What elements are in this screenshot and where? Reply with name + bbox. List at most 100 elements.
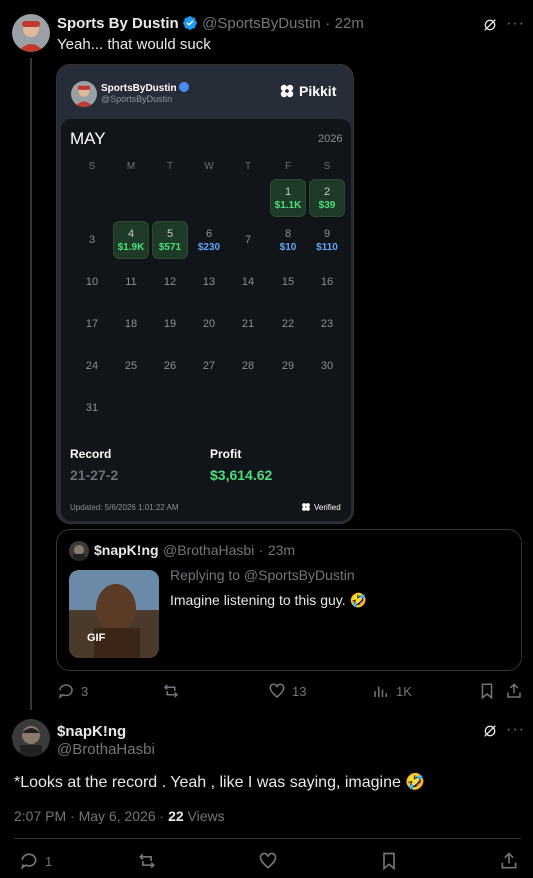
repost-button[interactable]	[137, 851, 157, 871]
share-button[interactable]	[499, 851, 519, 871]
day-number: 5	[166, 227, 174, 240]
quote-header: $napK!ng @BrothaHasbi · 23m	[94, 542, 295, 560]
share-icon	[501, 852, 517, 869]
thread-line	[30, 58, 32, 710]
day-number: 1	[284, 185, 292, 198]
day-amount: $1.9K	[117, 241, 145, 253]
separator: ·	[258, 542, 264, 558]
pikkit-icon	[280, 84, 294, 98]
day-number: 6	[205, 227, 213, 240]
day-number: 15	[281, 276, 295, 288]
share-button[interactable]	[505, 682, 523, 700]
day-number: 9	[323, 227, 331, 240]
calendar-day: 25	[113, 347, 149, 385]
card-display-name: SportsByDustin	[101, 82, 190, 94]
quote-text: Imagine listening to this guy. 🤣	[170, 592, 367, 608]
day-number: 22	[281, 318, 295, 330]
weekday-label: T	[166, 161, 174, 172]
more-icon[interactable]: ···	[506, 15, 525, 33]
day-number: 28	[241, 360, 255, 372]
analytics-icon	[374, 686, 387, 697]
quote-avatar[interactable]	[69, 541, 89, 561]
calendar-day: 1 $1.1K	[270, 179, 306, 217]
weekday-label: F	[284, 161, 292, 172]
pikkit-logo: Pikkit	[279, 83, 336, 99]
grok-icon[interactable]	[482, 723, 498, 744]
calendar-day: 20	[191, 305, 227, 343]
day-number: 23	[320, 318, 334, 330]
more-icon[interactable]: ···	[506, 721, 525, 739]
day-amount: $39	[318, 199, 336, 211]
day-number: 31	[85, 402, 99, 414]
calendar-day: 14	[230, 263, 266, 301]
day-number: 10	[85, 276, 99, 288]
post2-meta: 2:07 PM · May 6, 2026 · 22 Views	[14, 808, 225, 824]
day-number: 24	[85, 360, 99, 372]
day-number: 3	[88, 234, 96, 246]
verified-badge: Verified	[301, 502, 341, 512]
record-label: Record	[70, 447, 112, 461]
quote-time: 23m	[267, 542, 296, 558]
day-amount: $10	[279, 241, 297, 253]
avatar[interactable]	[12, 14, 50, 52]
weekday-label: S	[323, 161, 331, 172]
heart-icon	[259, 852, 277, 869]
day-number: 18	[124, 318, 138, 330]
calendar-day: 17	[74, 305, 110, 343]
calendar-day: 21	[230, 305, 266, 343]
calendar-day: 30	[309, 347, 345, 385]
calendar-day: 29	[270, 347, 306, 385]
pikkit-small-icon	[302, 503, 310, 511]
bookmark-icon	[481, 683, 493, 700]
quoted-post[interactable]: $napK!ng @BrothaHasbi · 23m GIF Replying…	[56, 529, 522, 671]
gif-thumbnail[interactable]: GIF	[69, 570, 159, 658]
bookmark-button[interactable]	[379, 851, 399, 871]
views-button[interactable]: 1K	[372, 682, 412, 700]
record-value: 21-27-2	[70, 467, 119, 483]
calendar-day: 23	[309, 305, 345, 343]
like-button[interactable]	[258, 851, 278, 871]
heart-icon	[269, 683, 285, 698]
verified-icon	[182, 16, 197, 30]
reply-button[interactable]: 3	[57, 682, 88, 700]
pikkit-card[interactable]: SportsByDustin @SportsByDustin Pikkit MA…	[56, 64, 354, 524]
day-number: 26	[163, 360, 177, 372]
reply-icon	[58, 684, 73, 699]
calendar-day: 22	[270, 305, 306, 343]
day-number: 16	[320, 276, 334, 288]
like-button[interactable]: 13	[268, 682, 306, 700]
day-number: 29	[281, 360, 295, 372]
post2-handle[interactable]: @BrothaHasbi	[57, 741, 155, 758]
bookmark-button[interactable]	[478, 682, 496, 700]
day-number: 27	[202, 360, 216, 372]
post2-timestamp[interactable]: 2:07 PM · May 6, 2026 ·	[14, 808, 168, 824]
weekday-label: M	[126, 161, 136, 172]
reply-button[interactable]: 1	[19, 851, 52, 871]
quote-display-name: $napK!ng	[94, 542, 159, 558]
separator: ·	[325, 15, 331, 32]
day-amount: $230	[197, 241, 221, 253]
calendar-day: 31	[74, 389, 110, 427]
share-icon	[507, 683, 521, 698]
day-number: 25	[124, 360, 138, 372]
post1-handle[interactable]: @SportsByDustin	[202, 15, 321, 32]
day-number: 20	[202, 318, 216, 330]
calendar-day: 24	[74, 347, 110, 385]
divider	[14, 838, 521, 839]
grok-icon[interactable]	[482, 17, 498, 38]
profit-value: $3,614.62	[210, 467, 273, 483]
day-number: 13	[202, 276, 216, 288]
post1-display-name[interactable]: Sports By Dustin	[57, 15, 179, 32]
post1-time[interactable]: 22m	[335, 15, 364, 32]
post2-display-name[interactable]: $napK!ng	[57, 723, 126, 741]
day-amount: $1.1K	[274, 199, 302, 211]
card-avatar	[71, 81, 97, 107]
profit-label: Profit	[210, 447, 242, 461]
calendar-day: 13	[191, 263, 227, 301]
day-number: 12	[163, 276, 177, 288]
post2-views-count: 22	[168, 808, 184, 824]
avatar[interactable]	[12, 719, 50, 757]
day-number: 7	[244, 234, 252, 246]
repost-button[interactable]	[162, 682, 180, 700]
post1-header: Sports By Dustin @SportsByDustin · 22m	[57, 15, 364, 33]
